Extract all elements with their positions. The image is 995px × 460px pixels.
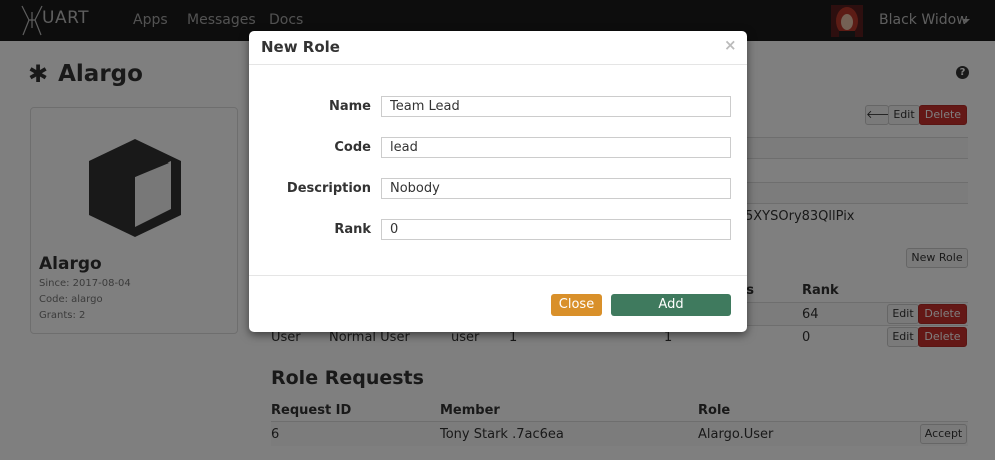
modal-title: New Role [261, 38, 340, 56]
modal-header-divider [249, 64, 747, 65]
code-label: Code [334, 140, 371, 155]
description-field[interactable] [381, 178, 731, 199]
rank-label: Rank [334, 222, 371, 237]
modal-footer-divider [249, 275, 747, 276]
description-label: Description [286, 181, 371, 196]
code-field[interactable] [381, 137, 731, 158]
new-role-modal: New Role × Name Code Description Rank Cl… [249, 31, 747, 332]
rank-field[interactable] [381, 219, 731, 240]
name-label: Name [328, 99, 371, 114]
close-icon[interactable]: × [724, 36, 737, 54]
name-field[interactable] [381, 96, 731, 117]
add-button[interactable]: Add [611, 294, 731, 316]
close-button[interactable]: Close [551, 294, 602, 316]
